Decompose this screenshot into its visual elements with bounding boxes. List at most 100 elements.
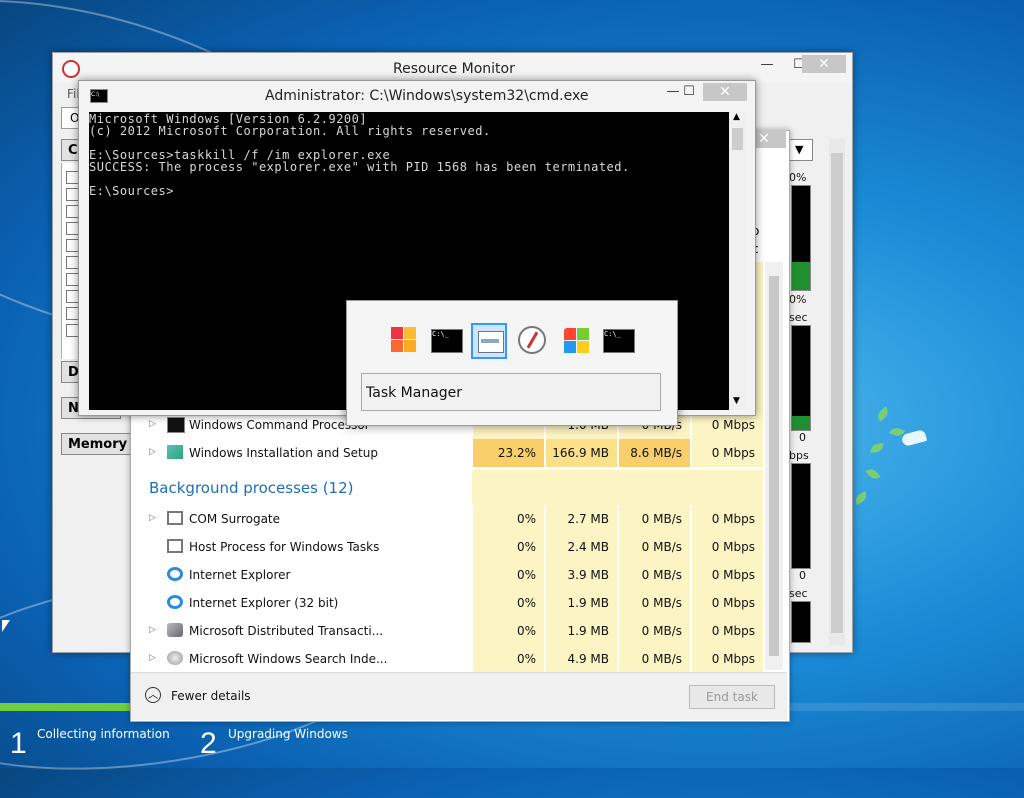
views-dropdown[interactable]: ▼ <box>789 139 813 161</box>
network-cell: 0 Mbps <box>691 617 763 645</box>
step-2-number: 2 <box>200 727 217 760</box>
process-name: Internet Explorer <box>189 568 291 582</box>
switcher-caption-text: Task Manager <box>366 385 463 401</box>
dtc-icon <box>167 623 183 637</box>
scroll-down-arrow[interactable]: ▼ <box>733 396 740 406</box>
cmd-app-icon: C:\ <box>90 89 108 103</box>
resource-monitor-app-icon <box>62 60 80 78</box>
resource-monitor-title: Resource Monitor <box>393 61 515 77</box>
process-name: Windows Command Processor <box>189 418 370 432</box>
expand-icon[interactable]: ▷ <box>149 447 156 457</box>
search-index-icon <box>167 651 183 665</box>
memory-cell: 1.9 MB <box>545 589 617 617</box>
task-manager-scrollbar[interactable] <box>765 262 783 670</box>
memory-cell: 3.9 MB <box>545 561 617 589</box>
cpu-cell: 0% <box>472 589 544 617</box>
windows-logo-icon[interactable] <box>559 323 595 359</box>
disk-cell: 0 MB/s <box>618 617 690 645</box>
cpu-graph <box>791 185 811 291</box>
expand-icon[interactable]: ▷ <box>149 419 156 429</box>
ie-icon <box>167 595 183 609</box>
table-row[interactable]: ▷ Microsoft Windows Search Inde... 0% 4.… <box>131 645 763 673</box>
alt-tab-switcher: C:\_ C:\_ Task Manager <box>346 300 678 426</box>
cpu-cell: 0% <box>472 645 544 673</box>
disk-cell: 0 MB/s <box>618 533 690 561</box>
resource-monitor-scrollbar[interactable] <box>829 139 845 645</box>
memory-cell: 4.9 MB <box>545 645 617 673</box>
disk-cell: 0 MB/s <box>618 505 690 533</box>
compass-icon[interactable] <box>515 323 551 359</box>
cmd-maximize-button[interactable]: ☐ <box>675 84 703 102</box>
network-cell: 0 Mbps <box>691 439 763 467</box>
scrollbar-thumb[interactable] <box>769 276 779 656</box>
network-cell: 0 Mbps <box>691 561 763 589</box>
step-1-number: 1 <box>10 727 27 760</box>
console-prompt: E:\Sources> <box>89 184 174 198</box>
ie-icon <box>167 567 183 581</box>
expand-icon[interactable]: ▷ <box>149 513 156 523</box>
disk-cell: 0 MB/s <box>618 561 690 589</box>
bird-icon <box>900 429 928 447</box>
disk-graph-bottom-label: 0 <box>799 431 806 444</box>
resource-monitor-close-button[interactable]: ✕ <box>802 55 846 73</box>
table-row[interactable]: Host Process for Windows Tasks 0% 2.4 MB… <box>131 533 763 561</box>
process-name: Internet Explorer (32 bit) <box>189 596 339 610</box>
wallpaper-leaf <box>865 466 881 482</box>
network-graph <box>791 463 811 569</box>
memory-section-button[interactable]: Memory <box>61 433 133 455</box>
memory-cell: 1.9 MB <box>545 617 617 645</box>
table-row[interactable]: ▷ Windows Installation and Setup 23.2% 1… <box>131 439 763 467</box>
cpu-graph-top-label: 0% <box>789 171 807 184</box>
disk-cell: 0 MB/s <box>618 589 690 617</box>
network-graph-bottom-label: 0 <box>799 569 806 582</box>
network-cell: 0 Mbps <box>691 589 763 617</box>
cmd-title: Administrator: C:\Windows\system32\cmd.e… <box>265 88 589 104</box>
scroll-up-arrow[interactable]: ▲ <box>733 112 740 122</box>
setup-icon <box>167 445 183 459</box>
window-icon <box>167 539 183 553</box>
process-name: Microsoft Windows Search Inde... <box>189 652 388 666</box>
wallpaper-leaf <box>875 406 891 422</box>
cmd-icon[interactable]: C:\_ <box>601 323 637 359</box>
step-2-label: Upgrading Windows <box>228 727 348 741</box>
cmd-scrollbar[interactable]: ▲ ▼ <box>729 112 746 410</box>
table-row[interactable]: Internet Explorer 0% 3.9 MB 0 MB/s 0 Mbp… <box>131 561 763 589</box>
disk-graph <box>791 325 811 431</box>
switcher-caption: Task Manager <box>361 373 661 411</box>
scrollbar-thumb[interactable] <box>732 128 743 150</box>
mouse-cursor-icon <box>2 620 10 632</box>
process-name: Windows Installation and Setup <box>189 446 378 460</box>
cmd-close-button[interactable]: ✕ <box>703 83 747 101</box>
table-row[interactable]: ▷ COM Surrogate 0% 2.7 MB 0 MB/s 0 Mbps <box>131 505 763 533</box>
cpu-cell: 23.2% <box>472 439 544 467</box>
cmd-icon[interactable]: C:\_ <box>429 323 465 359</box>
disk-cell: 0 MB/s <box>618 645 690 673</box>
expand-icon[interactable]: ▷ <box>149 625 156 635</box>
network-cell: 0 Mbps <box>691 533 763 561</box>
memory-graph-label: sec <box>789 587 808 600</box>
memory-cell: 166.9 MB <box>545 439 617 467</box>
table-row[interactable]: Internet Explorer (32 bit) 0% 1.9 MB 0 M… <box>131 589 763 617</box>
resource-monitor-titlebar[interactable]: Resource Monitor — ☐ ✕ <box>53 53 852 83</box>
windows-flag-icon[interactable] <box>387 323 423 359</box>
background-processes-heading[interactable]: Background processes (12) <box>149 479 354 497</box>
setup-progress-fill <box>0 703 133 711</box>
resource-monitor-minimize-button[interactable]: — <box>753 57 781 75</box>
end-task-button[interactable]: End task <box>689 685 775 709</box>
table-row[interactable]: ▷ Microsoft Distributed Transacti... 0% … <box>131 617 763 645</box>
cpu-cell: 0% <box>472 505 544 533</box>
resource-monitor-icon[interactable] <box>471 323 507 359</box>
chevron-down-icon: ▼ <box>795 143 804 156</box>
memory-cell: 2.7 MB <box>545 505 617 533</box>
fewer-details-link[interactable]: Fewer details <box>171 689 251 703</box>
task-manager-footer: ︿ Fewer details End task <box>131 672 787 720</box>
expand-icon[interactable]: ▷ <box>149 653 156 663</box>
memory-cell: 2.4 MB <box>545 533 617 561</box>
scrollbar-thumb[interactable] <box>831 153 843 633</box>
network-cell: 0 Mbps <box>691 645 763 673</box>
cmd-icon <box>167 417 185 433</box>
console-line: SUCCESS: The process "explorer.exe" with… <box>89 160 630 174</box>
disk-graph-label: sec <box>789 311 808 324</box>
chevron-up-icon[interactable]: ︿ <box>145 687 161 703</box>
wallpaper-leaf <box>852 491 870 505</box>
